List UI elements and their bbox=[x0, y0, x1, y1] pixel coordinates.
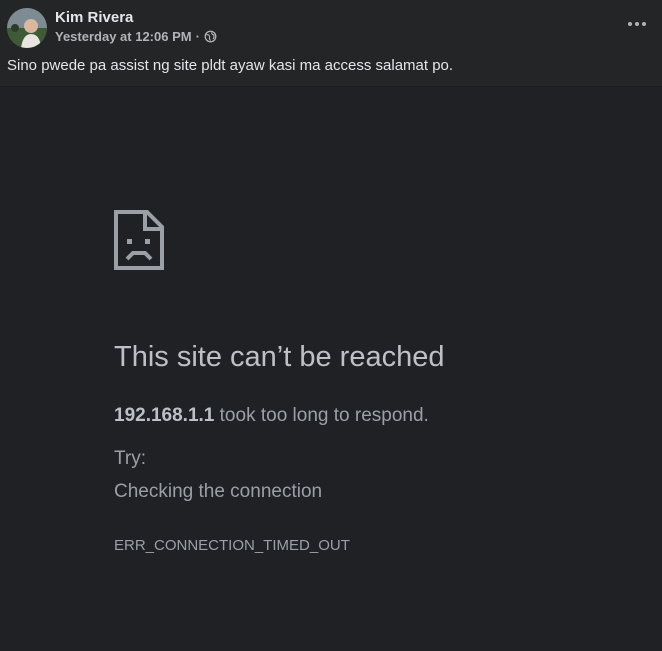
post-meta: Yesterday at 12:06 PM · bbox=[55, 29, 217, 44]
post-text: Sino pwede pa assist ng site pldt ayaw k… bbox=[7, 57, 454, 74]
error-detail: 192.168.1.1 took too long to respond. bbox=[114, 405, 429, 427]
error-screenshot: This site can’t be reached 192.168.1.1 t… bbox=[0, 86, 662, 651]
post-timestamp[interactable]: Yesterday at 12:06 PM bbox=[55, 29, 192, 44]
error-title: This site can’t be reached bbox=[114, 341, 445, 373]
error-code: ERR_CONNECTION_TIMED_OUT bbox=[114, 537, 350, 554]
author-name[interactable]: Kim Rivera bbox=[55, 9, 133, 26]
error-detail-suffix: took too long to respond. bbox=[214, 405, 429, 426]
error-host: 192.168.1.1 bbox=[114, 405, 215, 426]
avatar-image bbox=[7, 8, 47, 48]
try-item-connection: Checking the connection bbox=[114, 481, 323, 502]
try-label: Try: bbox=[114, 448, 147, 469]
avatar[interactable] bbox=[7, 8, 47, 48]
more-options-icon[interactable] bbox=[623, 14, 651, 34]
sad-file-icon bbox=[113, 209, 165, 271]
post-header: Kim Rivera Yesterday at 12:06 PM · bbox=[0, 0, 662, 50]
meta-separator: · bbox=[195, 29, 200, 44]
globe-icon[interactable] bbox=[204, 30, 217, 43]
